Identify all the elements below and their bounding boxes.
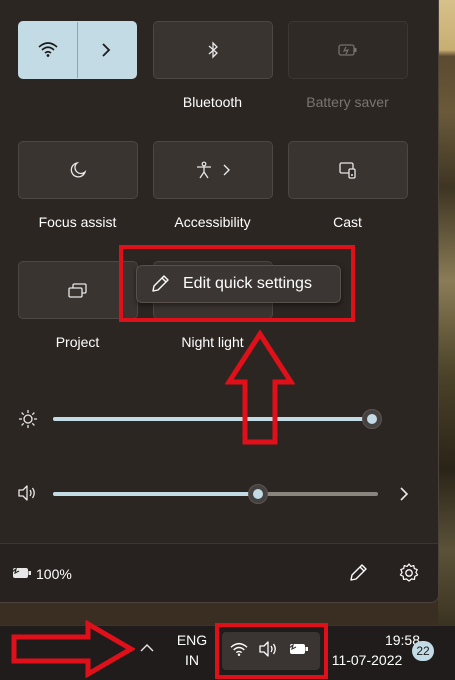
chevron-right-icon[interactable] <box>397 485 411 503</box>
quick-settings-footer: 100% <box>0 544 438 602</box>
pencil-icon[interactable] <box>347 562 369 584</box>
annotation-box-edit-quick-settings <box>119 245 355 322</box>
battery-percentage: 100% <box>36 566 72 582</box>
volume-slider-thumb[interactable] <box>247 484 268 504</box>
settings-gear-icon[interactable] <box>398 562 420 584</box>
annotation-box-system-tray <box>215 623 328 679</box>
battery-saver-icon <box>337 43 359 57</box>
bluetooth-label: Bluetooth <box>182 94 243 110</box>
language-indicator-top[interactable]: ENG <box>173 632 211 648</box>
bluetooth-tile[interactable] <box>153 21 273 79</box>
cast-tile[interactable] <box>288 141 408 199</box>
wifi-tile[interactable] <box>18 21 137 79</box>
focus-assist-tile[interactable] <box>18 141 138 199</box>
project-label: Project <box>55 334 100 350</box>
focus-assist-label: Focus assist <box>38 214 117 230</box>
annotation-up-arrow <box>225 330 295 445</box>
chevron-right-icon[interactable] <box>99 42 113 58</box>
accessibility-tile[interactable] <box>153 141 273 199</box>
battery-saver-tile <box>288 21 408 79</box>
bluetooth-icon <box>206 41 220 59</box>
volume-slider-fill <box>53 492 258 496</box>
battery-saver-label: Battery saver <box>306 94 389 110</box>
brightness-icon <box>18 409 38 429</box>
moon-icon <box>69 161 87 179</box>
volume-icon[interactable] <box>17 484 37 502</box>
accessibility-icon <box>195 161 213 179</box>
clock-date[interactable]: 11-07-2022 <box>328 652 406 668</box>
brightness-slider-thumb[interactable] <box>361 409 382 429</box>
cast-label: Cast <box>333 214 362 230</box>
desktop-wallpaper <box>438 0 455 625</box>
accessibility-label: Accessibility <box>174 214 251 230</box>
chevron-up-icon[interactable] <box>139 642 155 654</box>
annotation-right-arrow <box>11 620 135 678</box>
clock-time[interactable]: 19:58 <box>350 632 420 648</box>
notification-badge[interactable]: 22 <box>412 641 434 661</box>
language-indicator-bottom[interactable]: IN <box>173 652 211 668</box>
project-icon <box>67 282 89 298</box>
battery-icon <box>10 565 34 581</box>
chevron-right-icon[interactable] <box>221 163 231 177</box>
wifi-icon[interactable] <box>37 40 59 58</box>
cast-icon <box>338 161 358 179</box>
brightness-slider-fill <box>53 417 372 421</box>
